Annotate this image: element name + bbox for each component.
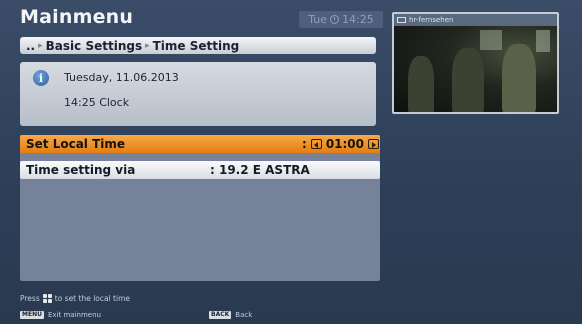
- current-time: 14:25 Clock: [64, 96, 130, 109]
- arrow-right-icon[interactable]: [368, 139, 380, 149]
- time-setting-via-label: Time setting via: [26, 163, 136, 177]
- info-icon: i: [33, 70, 49, 86]
- back-key-icon: BACK: [209, 311, 232, 319]
- clock-badge: Tue 14:25: [299, 11, 383, 28]
- breadcrumb: .. ▸ Basic Settings ▸ Time Setting: [20, 37, 376, 54]
- arrow-left-icon[interactable]: [310, 139, 322, 149]
- info-box: i Tuesday, 11.06.2013 14:25 Clock: [20, 62, 376, 126]
- hint-suffix: to set the local time: [54, 294, 131, 303]
- local-time-value: 01:00: [325, 137, 365, 151]
- breadcrumb-separator-icon: ▸: [38, 40, 43, 51]
- person-silhouette: [452, 48, 484, 112]
- preview-header: hr-fernsehen: [394, 14, 557, 26]
- time-setting-via-row[interactable]: Time setting via : 19.2 E ASTRA: [20, 161, 380, 179]
- page-title: Mainmenu: [20, 6, 134, 28]
- tv-preview-window: hr-fernsehen: [392, 12, 559, 114]
- footer-back[interactable]: BACK Back: [209, 311, 252, 319]
- preview-channel-name: hr-fernsehen: [409, 16, 454, 24]
- clock-icon: [330, 15, 340, 24]
- hint-prefix: Press: [20, 294, 40, 303]
- exit-mainmenu-label: Exit mainmenu: [47, 311, 101, 319]
- window-light: [536, 30, 550, 52]
- breadcrumb-basic-settings[interactable]: Basic Settings: [46, 39, 142, 53]
- tv-icon: [397, 17, 406, 23]
- clock-time: 14:25: [342, 13, 374, 26]
- local-time-selector[interactable]: : 01:00: [302, 137, 380, 151]
- local-time-colon: :: [302, 137, 307, 151]
- person-silhouette: [502, 44, 536, 112]
- footer-exit[interactable]: MENU Exit mainmenu: [20, 311, 101, 319]
- menu-key-icon: MENU: [20, 311, 44, 319]
- set-local-time-row[interactable]: Set Local Time : 01:00: [20, 135, 380, 153]
- video-frame: [394, 26, 557, 112]
- breadcrumb-root[interactable]: ..: [26, 39, 35, 53]
- settings-panel: [20, 135, 380, 281]
- back-label: Back: [235, 311, 253, 319]
- breadcrumb-separator-icon: ▸: [145, 40, 150, 51]
- set-local-time-label: Set Local Time: [26, 137, 126, 151]
- window-light: [480, 30, 502, 50]
- time-setting-via-value: : 19.2 E ASTRA: [210, 163, 310, 177]
- navigation-keys-icon: [42, 294, 52, 303]
- hint-text: Press to set the local time: [20, 294, 130, 303]
- current-date: Tuesday, 11.06.2013: [64, 71, 179, 84]
- clock-day: Tue: [308, 13, 328, 26]
- breadcrumb-time-setting: Time Setting: [152, 38, 240, 53]
- person-silhouette: [408, 56, 434, 112]
